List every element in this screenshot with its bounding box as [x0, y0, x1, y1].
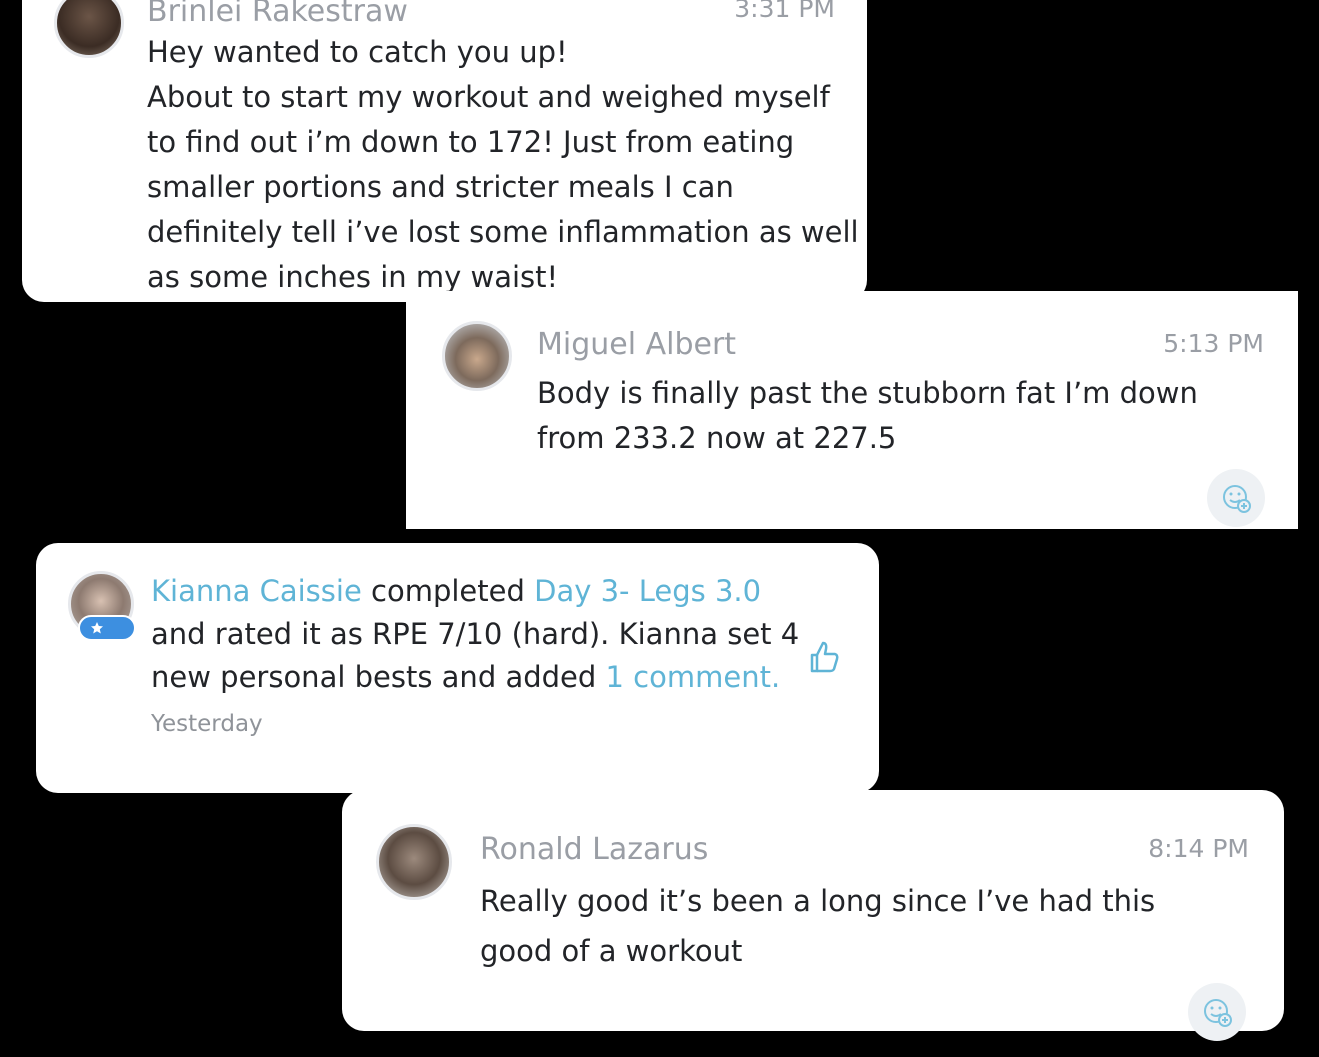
star-badge	[78, 615, 136, 641]
like-button[interactable]	[804, 637, 844, 677]
add-reaction-button[interactable]	[1188, 983, 1246, 1041]
avatar[interactable]	[54, 0, 124, 58]
activity-card: Kianna Caissie completed Day 3- Legs 3.0…	[36, 543, 879, 793]
message-time: 8:14 PM	[1148, 834, 1249, 863]
sender-name[interactable]: Miguel Albert	[537, 327, 736, 362]
avatar[interactable]	[442, 321, 512, 391]
message-text: Body is finally past the stubborn fat I’…	[537, 376, 1198, 455]
message-card: Ronald Lazarus 8:14 PM Really good it’s …	[342, 790, 1284, 1041]
message-card: Miguel Albert 5:13 PM Body is finally pa…	[406, 291, 1298, 529]
message-text: Really good it’s been a long since I’ve …	[480, 884, 1156, 968]
activity-text: Kianna Caissie completed Day 3- Legs 3.0…	[151, 574, 800, 694]
thumbs-up-icon	[810, 641, 839, 673]
add-reaction-button[interactable]	[1207, 469, 1265, 527]
avatar[interactable]	[376, 824, 452, 900]
message-text: Hey wanted to catch you up! About to sta…	[147, 35, 859, 294]
sender-name[interactable]: Ronald Lazarus	[480, 832, 708, 867]
activity-timestamp: Yesterday	[151, 711, 263, 737]
user-link[interactable]: Kianna Caissie	[151, 574, 362, 608]
workout-link[interactable]: Day 3- Legs 3.0	[534, 574, 761, 608]
message-card: Brinlei Rakestraw 3:31 PM Hey wanted to …	[22, 0, 867, 302]
comment-link[interactable]: 1 comment.	[606, 660, 781, 694]
add-reaction-icon	[1223, 485, 1251, 513]
sender-name[interactable]: Brinlei Rakestraw	[147, 0, 408, 29]
star-badge-icon	[91, 622, 103, 634]
message-time: 3:31 PM	[734, 0, 835, 23]
message-time: 5:13 PM	[1163, 329, 1264, 358]
add-reaction-icon	[1204, 999, 1232, 1027]
